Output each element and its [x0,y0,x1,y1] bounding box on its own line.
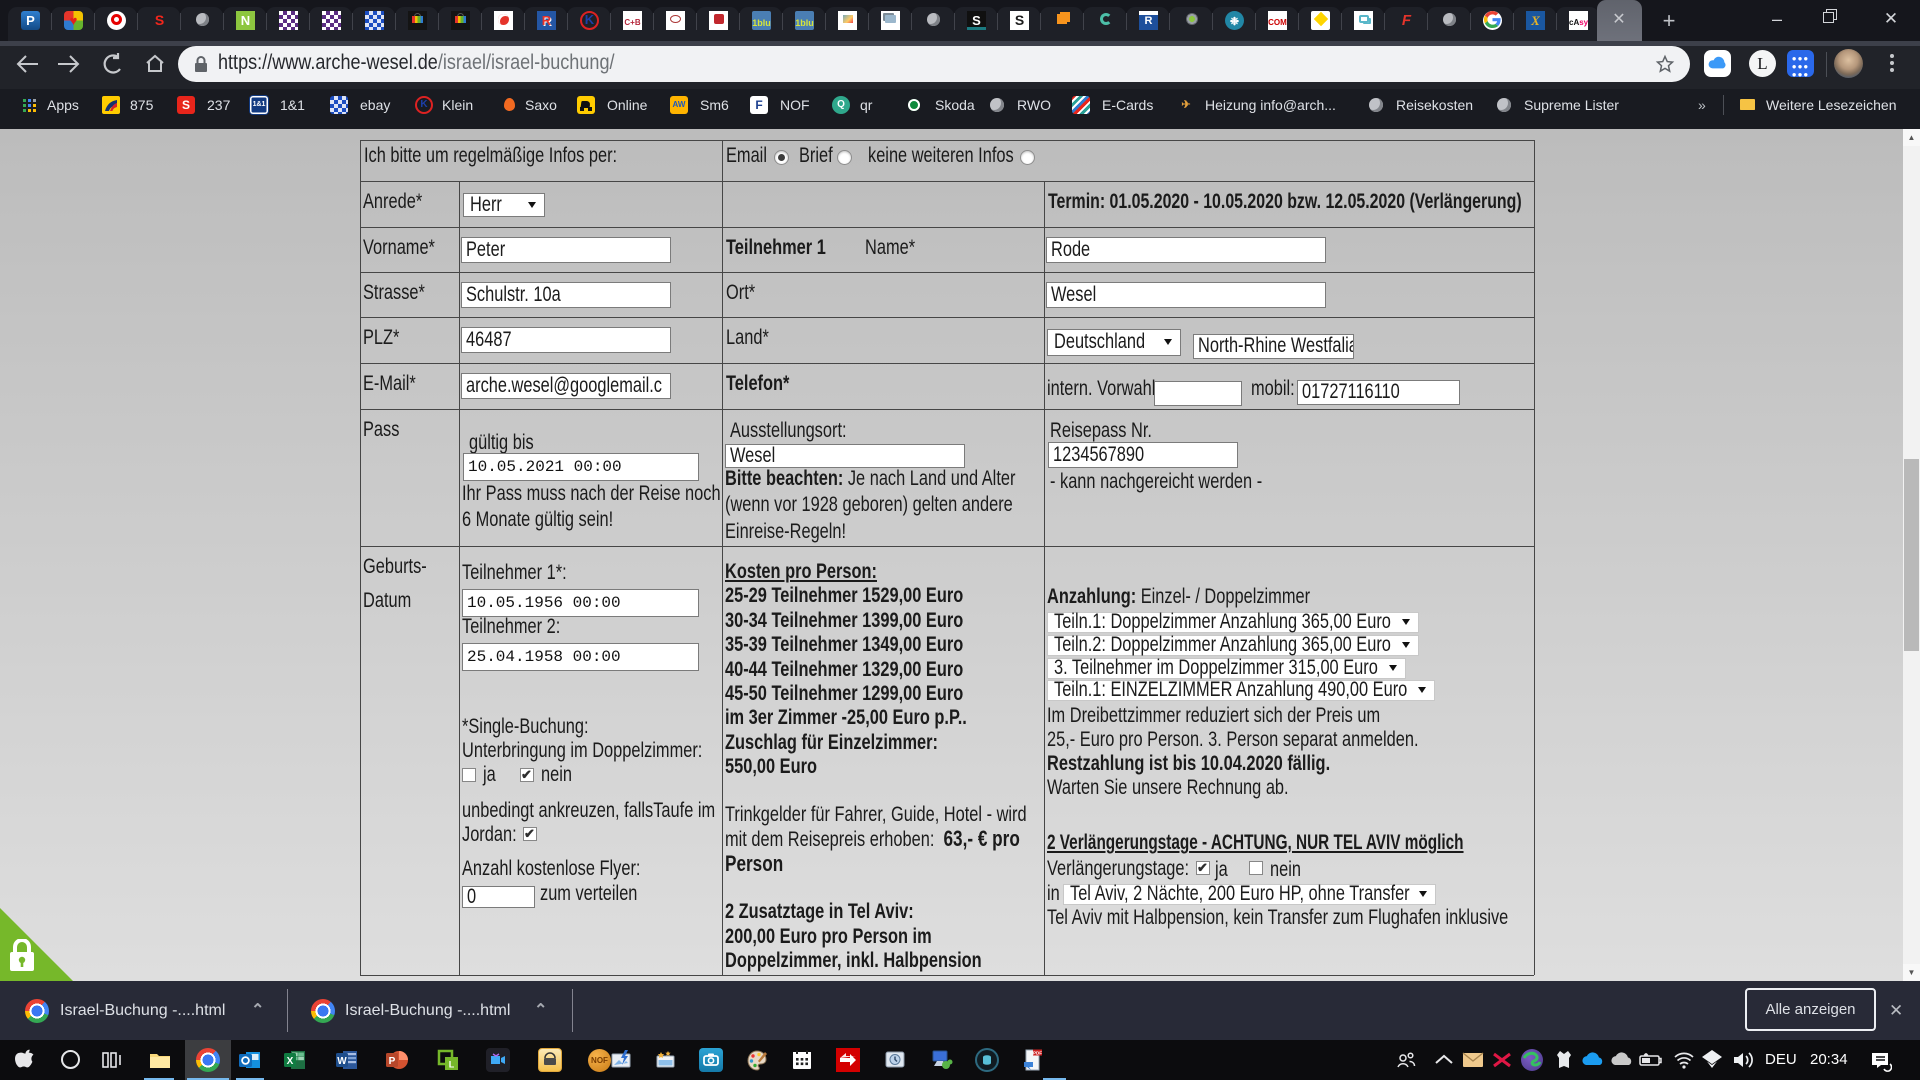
svg-text:X: X [287,1056,294,1067]
svg-text:PDF: PDF [1033,1051,1042,1056]
svg-text:L: L [449,1060,455,1070]
svg-text:P: P [389,1056,396,1067]
svg-text:W: W [337,1056,347,1067]
